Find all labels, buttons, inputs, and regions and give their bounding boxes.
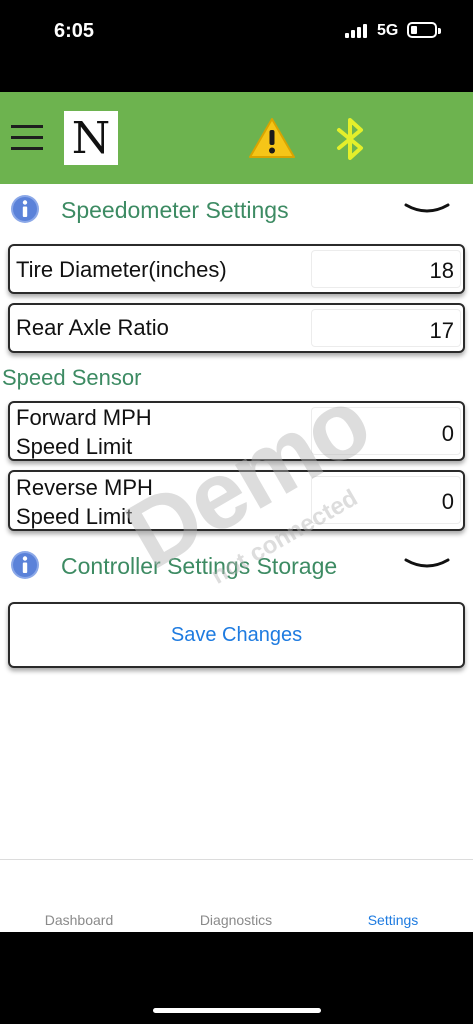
field-value: 17	[429, 318, 454, 343]
section-title: Controller Settings Storage	[61, 553, 338, 579]
bluetooth-icon[interactable]	[331, 118, 369, 160]
rear-axle-ratio-input[interactable]: 17	[311, 309, 461, 347]
field-label: Tire Diameter(inches)	[16, 257, 227, 282]
tab-settings[interactable]: Settings	[333, 912, 453, 928]
field-label: Speed Limit	[16, 504, 133, 529]
warning-icon[interactable]	[248, 117, 296, 159]
tire-diameter-input[interactable]: 18	[311, 250, 461, 288]
signal-icon	[345, 24, 369, 38]
field-value: 18	[429, 258, 454, 283]
field-label: Forward MPH	[16, 405, 152, 430]
status-bar: 6:05 5G	[0, 0, 473, 92]
network-label: 5G	[377, 22, 399, 39]
forward-mph-row: Forward MPH Speed Limit 0	[8, 401, 465, 461]
app-screen: N Speedometer Settings Tire Diameter(inc…	[0, 92, 473, 932]
info-icon	[11, 551, 39, 579]
field-label: Rear Axle Ratio	[16, 315, 169, 340]
chevron-down-icon[interactable]	[404, 558, 450, 572]
tab-bar: Dashboard Diagnostics Settings	[0, 859, 473, 932]
rear-axle-ratio-row: Rear Axle Ratio 17	[8, 303, 465, 353]
chevron-down-icon[interactable]	[404, 203, 450, 217]
status-time: 6:05	[54, 20, 95, 42]
section-title: Speedometer Settings	[61, 197, 289, 223]
info-icon	[11, 195, 39, 223]
field-label: Reverse MPH	[16, 475, 153, 500]
forward-mph-input[interactable]: 0	[311, 407, 461, 455]
speedometer-settings-header[interactable]: Speedometer Settings	[0, 184, 473, 234]
tab-diagnostics[interactable]: Diagnostics	[176, 912, 296, 928]
home-indicator[interactable]	[153, 1008, 321, 1013]
controller-storage-header[interactable]: Controller Settings Storage	[0, 540, 473, 590]
menu-icon[interactable]	[11, 125, 43, 151]
save-changes-button[interactable]: Save Changes	[8, 602, 465, 668]
tab-dashboard[interactable]: Dashboard	[19, 912, 139, 928]
battery-icon	[407, 22, 441, 38]
field-value: 0	[441, 489, 454, 514]
field-label: Speed Limit	[16, 434, 133, 459]
app-header: N	[0, 92, 473, 184]
speed-sensor-title: Speed Sensor	[2, 365, 142, 390]
tire-diameter-row: Tire Diameter(inches) 18	[8, 244, 465, 294]
field-value: 0	[441, 421, 454, 446]
reverse-mph-row: Reverse MPH Speed Limit 0	[8, 470, 465, 531]
logo: N	[64, 111, 118, 165]
reverse-mph-input[interactable]: 0	[311, 476, 461, 524]
